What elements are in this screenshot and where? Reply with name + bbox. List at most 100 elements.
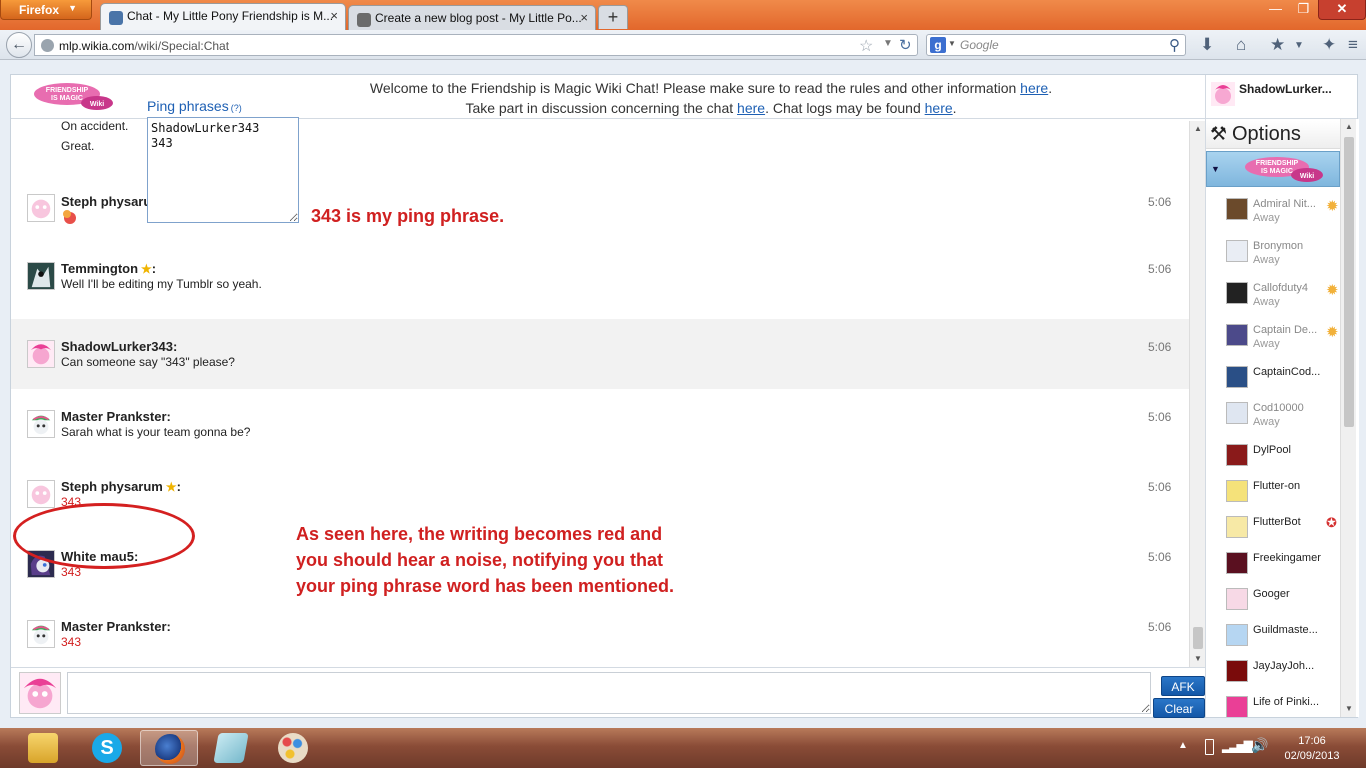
chevron-down-icon[interactable]: ▼ [1211, 164, 1220, 174]
url-text[interactable]: mlp.wikia.com/wiki/Special:Chat [59, 39, 229, 53]
firefox-menu-button[interactable]: Firefox ▼ [0, 0, 92, 20]
user-list-item[interactable]: DylPool [1226, 441, 1340, 477]
close-tab-icon[interactable]: × [580, 10, 588, 25]
chevron-down-icon[interactable]: ▼ [948, 39, 956, 48]
browser-tab-strip: Firefox ▼ Chat - My Little Pony Friendsh… [0, 0, 1366, 30]
maximize-icon[interactable]: ❐ [1290, 0, 1317, 20]
chat-message-input[interactable] [67, 672, 1151, 714]
message-scrollbar[interactable]: ▲ ▼ [1189, 121, 1205, 667]
user-list-item[interactable]: Guildmaste... [1226, 621, 1340, 657]
svg-text:IS MAGIC: IS MAGIC [51, 95, 83, 102]
taskbar-skype[interactable]: S [78, 730, 136, 766]
avatar[interactable] [27, 262, 55, 290]
afk-button[interactable]: AFK [1161, 676, 1205, 696]
avatar[interactable] [27, 620, 55, 648]
tab-chat[interactable]: Chat - My Little Pony Friendship is M...… [100, 3, 346, 30]
scroll-down-icon[interactable]: ▼ [1190, 651, 1206, 667]
search-bar[interactable]: g ▼ Google ⚲ [926, 34, 1186, 56]
room-header[interactable]: ▼ FRIENDSHIP IS MAGIC Wiki [1206, 151, 1340, 187]
url-bar[interactable]: mlp.wikia.com/wiki/Special:Chat ☆ ▼ ↻ [34, 34, 918, 56]
avatar [1226, 324, 1248, 346]
user-name: Admiral Nit... [1253, 198, 1316, 210]
options-button[interactable]: ⚒ Options [1206, 121, 1340, 149]
user-list-item[interactable]: Captain De... Away ✹ [1226, 321, 1340, 357]
menu-icon[interactable]: ≡ [1348, 35, 1358, 55]
annotation-ping-phrase: 343 is my ping phrase. [311, 206, 505, 226]
user-list-item[interactable]: Freekingamer [1226, 549, 1340, 585]
user-list-item[interactable]: Life of Pinki... [1226, 693, 1340, 717]
message-username[interactable]: Temmington ★: [61, 261, 156, 276]
bookmarks-icon[interactable]: ★ [1270, 35, 1285, 55]
user-list-item[interactable]: Flutter-on [1226, 477, 1340, 513]
tab-title: Create a new blog post - My Little Po... [375, 11, 582, 25]
battery-icon[interactable] [1205, 739, 1214, 755]
scroll-down-icon[interactable]: ▼ [1341, 701, 1357, 717]
rules-link[interactable]: here [1020, 80, 1048, 96]
user-name: JayJayJoh... [1253, 660, 1315, 672]
avatar[interactable] [27, 480, 55, 508]
discussion-link[interactable]: here [737, 100, 765, 116]
scroll-up-icon[interactable]: ▲ [1190, 121, 1206, 137]
clear-button[interactable]: Clear [1153, 698, 1205, 718]
avatar[interactable] [27, 340, 55, 368]
tab-blog-post[interactable]: Create a new blog post - My Little Po...… [348, 5, 596, 30]
volume-icon[interactable]: 🔊 [1251, 737, 1268, 754]
current-user[interactable]: ShadowLurker... [1205, 75, 1357, 119]
new-tab-button[interactable]: + [598, 5, 628, 29]
taskbar-paint[interactable] [264, 730, 322, 766]
scroll-thumb[interactable] [1344, 137, 1354, 427]
message-username[interactable]: Steph physarum ★: [61, 479, 181, 494]
scroll-up-icon[interactable]: ▲ [1341, 119, 1357, 135]
user-list-item[interactable]: Googer [1226, 585, 1340, 621]
taskbar-notepad[interactable] [202, 730, 260, 766]
download-icon[interactable]: ⬇ [1200, 35, 1214, 55]
user-list-item[interactable]: Callofduty4 Away ✹ [1226, 279, 1340, 315]
avatar [1226, 552, 1248, 574]
wiki-logo: FRIENDSHIP IS MAGIC Wiki [1245, 157, 1323, 182]
user-status: Away [1253, 416, 1280, 428]
user-list-item[interactable]: Admiral Nit... Away ✹ [1226, 195, 1340, 231]
scroll-thumb[interactable] [1193, 627, 1203, 649]
user-list-item[interactable]: Cod10000 Away [1226, 399, 1340, 435]
user-list-item[interactable]: JayJayJoh... [1226, 657, 1340, 693]
message-username[interactable]: Steph physaru [61, 194, 151, 209]
reload-icon[interactable]: ↻ [899, 36, 912, 54]
message-username[interactable]: ShadowLurker343: [61, 339, 177, 354]
chevron-down-icon[interactable]: ▼ [1294, 40, 1304, 51]
chevron-down-icon[interactable]: ▼ [883, 38, 893, 49]
addon-icon[interactable]: ✦ [1322, 35, 1336, 55]
chat-message: Temmington ★: Well I'll be editing my Tum… [11, 249, 1189, 319]
message-time: 5:06 [1148, 340, 1172, 354]
close-tab-icon[interactable]: × [330, 8, 338, 23]
ping-phrases-toggle[interactable]: Ping phrases (?) [147, 98, 242, 114]
minimize-icon[interactable]: — [1262, 0, 1289, 20]
ping-phrases-input[interactable]: ShadowLurker343 343 [147, 117, 299, 223]
user-list-item[interactable]: FlutterBot ✪ [1226, 513, 1340, 549]
back-button[interactable]: ← [6, 32, 32, 58]
navigation-bar: ← mlp.wikia.com/wiki/Special:Chat ☆ ▼ ↻ … [0, 30, 1366, 60]
user-list-item[interactable]: Bronymon Away [1226, 237, 1340, 273]
highlight-circle [13, 503, 195, 569]
close-window-icon[interactable]: ✕ [1318, 0, 1366, 20]
message-text: Can someone say "343" please? [61, 355, 235, 369]
chevron-down-icon: ▼ [68, 3, 77, 13]
taskbar-explorer[interactable] [14, 730, 72, 766]
system-clock[interactable]: 17:06 02/09/2013 [1272, 734, 1352, 764]
avatar[interactable] [27, 194, 55, 222]
bookmark-star-icon[interactable]: ☆ [859, 36, 873, 56]
taskbar-firefox[interactable] [140, 730, 198, 766]
network-signal-icon[interactable]: ▂▃▅▇ [1222, 739, 1253, 753]
home-icon[interactable]: ⌂ [1236, 35, 1246, 55]
message-username[interactable]: Master Prankster: [61, 619, 171, 634]
avatar [1226, 624, 1248, 646]
search-icon[interactable]: ⚲ [1169, 36, 1180, 54]
message-username[interactable]: Master Prankster: [61, 409, 171, 424]
wiki-logo[interactable]: FRIENDSHIP IS MAGIC Wiki [33, 81, 115, 111]
chat-logs-link[interactable]: here [925, 100, 953, 116]
help-icon[interactable]: (?) [231, 103, 242, 113]
show-hidden-icons-icon[interactable]: ▲ [1178, 740, 1188, 751]
user-list-item[interactable]: CaptainCod... [1226, 363, 1340, 399]
google-icon[interactable]: g [930, 37, 946, 53]
avatar[interactable] [27, 410, 55, 438]
user-list-scrollbar[interactable]: ▲ ▼ [1340, 119, 1356, 717]
